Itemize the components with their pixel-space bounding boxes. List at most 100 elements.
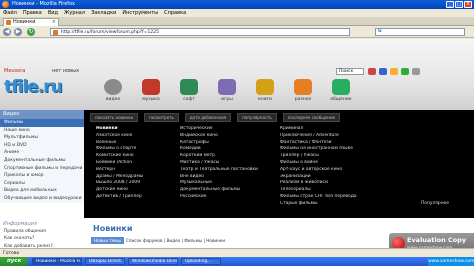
close-button[interactable]: × — [464, 1, 472, 8]
search-input[interactable]: G — [375, 28, 465, 36]
sidebar-item[interactable]: Документальные фильмы — [0, 156, 84, 165]
genre-link[interactable]: Российские — [180, 194, 280, 201]
genre-link[interactable]: Мистика / Ужасы — [180, 160, 280, 167]
tab-popularity[interactable]: популярность — [237, 113, 277, 122]
task-3[interactable]: Windowsmedia Direct... — [128, 258, 178, 265]
info-download-link[interactable]: Как скачать? — [0, 235, 84, 242]
rss-icon[interactable] — [368, 68, 376, 75]
home-icon[interactable] — [401, 68, 409, 75]
site-toolbar-icons — [368, 68, 420, 75]
star-icon[interactable] — [390, 68, 398, 75]
system-tray: www.sameshow.com — [428, 257, 474, 266]
genre-link[interactable]: Фильмы на иностранном языке — [280, 146, 380, 153]
info-rules-link[interactable]: Правила общения — [0, 228, 84, 235]
menu-history[interactable]: Журнал — [64, 9, 85, 17]
video-icon — [104, 79, 122, 95]
task-2[interactable]: Обзоры Direct... — [85, 258, 125, 265]
genre-link[interactable]: Экранизации — [280, 174, 380, 181]
settings-icon[interactable] — [412, 68, 420, 75]
genre-grid: Новинки Исторические Криминал Азиатское кин… — [96, 126, 470, 208]
task-4[interactable]: Uploading... — [181, 258, 221, 265]
genre-link[interactable]: Детектив / Триллер — [96, 194, 180, 201]
start-button[interactable]: пуск — [0, 257, 28, 266]
user-link[interactable]: Meusera — [4, 68, 25, 74]
genre-link[interactable]: Музыкальные — [180, 180, 280, 187]
genre-link[interactable]: Криминал — [280, 126, 380, 133]
genre-link[interactable]: Азиатское кино — [96, 133, 180, 140]
genre-link[interactable]: Новинки — [96, 126, 180, 133]
genre-link[interactable]: Короткий метр — [180, 153, 280, 160]
genre-link[interactable]: Вышло 2008 / 2009 — [96, 180, 180, 187]
tab-novinki[interactable]: Новинки × — [3, 18, 59, 26]
url-bar[interactable]: http://tfile.ru/forum/viewforum.php?f=12… — [50, 28, 350, 36]
sidebar-item[interactable]: Спортивные фильмы и передачи — [0, 164, 84, 173]
genre-link[interactable]: Драмы / Мелодрамы — [96, 174, 180, 181]
sidebar-item[interactable]: Наше кино — [0, 126, 84, 135]
genre-link[interactable]: Фантастика / Фэнтези — [280, 140, 380, 147]
soft-icon — [180, 79, 198, 95]
genre-link[interactable]: Детские кино — [96, 187, 180, 194]
category-misc[interactable]: разное — [288, 79, 318, 102]
minimize-button[interactable]: _ — [446, 1, 454, 8]
menu-help[interactable]: Справка — [164, 9, 186, 17]
genre-link[interactable]: Исторические — [180, 126, 280, 133]
menu-bookmarks[interactable]: Закладки — [91, 9, 116, 17]
popular-link[interactable]: Популярное — [421, 201, 449, 206]
genre-link[interactable]: Комедии — [180, 146, 280, 153]
genre-link[interactable]: Военные — [96, 140, 180, 147]
site-logo[interactable]: tfile.ru — [4, 77, 63, 97]
genre-link[interactable]: Реализм в живописи — [280, 180, 380, 187]
menu-file[interactable]: Файл — [3, 9, 17, 17]
genre-link[interactable]: Катастрофы — [180, 140, 280, 147]
sidebar-item[interactable]: Аниме — [0, 149, 84, 157]
new-messages-link[interactable]: нет новых — [52, 68, 79, 74]
genre-link[interactable]: Индийское кино — [180, 133, 280, 140]
genre-link[interactable]: Театр и Театральные постановки — [180, 167, 280, 174]
category-music[interactable]: музыка — [136, 79, 166, 102]
breadcrumb[interactable]: Список форумов | Видео | Фильмы | Новинк… — [126, 238, 225, 243]
back-button[interactable]: ◀ — [3, 28, 11, 36]
menu-edit[interactable]: Правка — [23, 9, 42, 17]
tab-date-added[interactable]: дата добавления — [184, 113, 232, 122]
genre-link[interactable]: Арт-хаус и авторское кино — [280, 167, 380, 174]
genre-link[interactable]: Фильмы о войне — [280, 160, 380, 167]
genre-link[interactable]: Комитские кино — [96, 153, 180, 160]
menu-tools[interactable]: Инструменты — [122, 9, 158, 17]
menu-view[interactable]: Вид — [48, 9, 58, 17]
sidebar-item[interactable]: Обучающее видео и видеоуроки — [0, 194, 84, 203]
category-soft[interactable]: софт — [174, 79, 204, 102]
genre-link[interactable]: Фильмы стран СНГ без перевода — [280, 194, 380, 201]
genre-link[interactable]: Приключения / Adventure — [280, 133, 380, 140]
category-games[interactable]: игры — [212, 79, 242, 102]
genre-link[interactable]: Документальные фильмы — [180, 187, 280, 194]
genre-link[interactable]: Триллер / Ужасы — [280, 153, 380, 160]
reload-button[interactable]: ↻ — [27, 28, 35, 36]
sidebar-item[interactable]: Видео для мобильных — [0, 187, 84, 195]
tab-close-icon[interactable]: × — [52, 19, 56, 26]
genre-link[interactable]: Вне видео — [180, 174, 280, 181]
tab-last-message[interactable]: последнее сообщение — [282, 113, 341, 122]
new-topic-button[interactable]: Новые темы — [91, 237, 124, 244]
sidebar-item[interactable]: Приколы и юмор — [0, 172, 84, 180]
category-chat[interactable]: общение — [326, 79, 356, 102]
mail-icon[interactable] — [379, 68, 387, 75]
genre-link[interactable]: Вестерн — [96, 167, 180, 174]
news-breadcrumb-bar: Новые темы Список форумов | Видео | Филь… — [91, 237, 225, 244]
task-firefox[interactable]: Новинки - Mozilla Fi... — [32, 258, 82, 265]
sidebar-item[interactable]: Мультфильмы — [0, 134, 84, 142]
site-search-input[interactable]: Поиск — [336, 68, 364, 75]
books-icon — [256, 79, 274, 95]
category-video[interactable]: видео — [98, 79, 128, 102]
genre-link[interactable]: Телесериалы — [280, 187, 380, 194]
tab-watch[interactable]: посмотреть — [144, 113, 179, 122]
tab-show-new[interactable]: показать новинки — [90, 113, 139, 122]
sidebar-item[interactable]: Сериалы — [0, 179, 84, 188]
genre-link[interactable]: Старые фильмы — [280, 201, 380, 208]
genre-link[interactable]: Фильмы о спорте — [96, 146, 180, 153]
sidebar-item[interactable]: Фильмы — [0, 119, 84, 127]
maximize-button[interactable]: □ — [455, 1, 463, 8]
category-books[interactable]: книги — [250, 79, 280, 102]
forward-button[interactable]: ▶ — [14, 28, 22, 36]
sidebar-item[interactable]: HD и DVD — [0, 141, 84, 150]
genre-link[interactable]: Боевики /Action — [96, 160, 180, 167]
